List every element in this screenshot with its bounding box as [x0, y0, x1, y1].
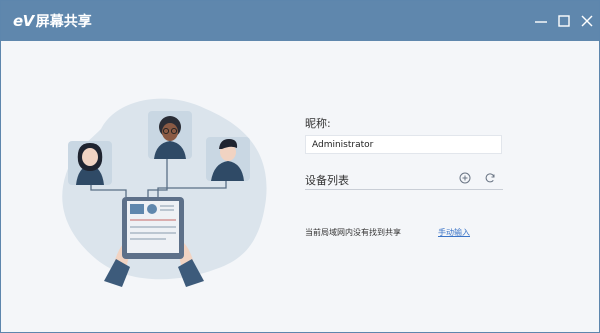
app-window: eV 屏幕共享 昵称: Administrator 设备列表 当前局域网内没有找…	[0, 0, 600, 333]
nickname-input[interactable]	[305, 135, 502, 154]
close-icon	[581, 15, 593, 27]
ev-logo-icon: eV	[13, 12, 34, 30]
refresh-icon[interactable]	[484, 172, 496, 184]
minimize-button[interactable]	[533, 13, 549, 29]
close-button[interactable]	[579, 13, 595, 29]
title-bar[interactable]: eV 屏幕共享	[1, 1, 599, 41]
minimize-icon	[535, 21, 547, 23]
tablet-icon	[122, 197, 184, 259]
device-list-label: 设备列表	[305, 174, 349, 187]
empty-device-message: 当前局域网内没有找到共享	[305, 228, 401, 237]
maximize-button[interactable]	[556, 13, 572, 29]
person-avatar-right	[206, 137, 250, 181]
device-list-divider	[305, 189, 503, 190]
sharing-illustration	[62, 98, 267, 287]
person-avatar-middle	[148, 111, 192, 159]
app-title: 屏幕共享	[35, 14, 92, 30]
person-avatar-left	[68, 141, 112, 185]
app-logo: eV 屏幕共享	[13, 12, 92, 30]
maximize-icon	[558, 15, 570, 27]
manual-input-link[interactable]: 手动输入	[438, 227, 470, 238]
plus-circle-icon[interactable]	[459, 172, 471, 184]
nickname-label: 昵称:	[305, 117, 331, 130]
